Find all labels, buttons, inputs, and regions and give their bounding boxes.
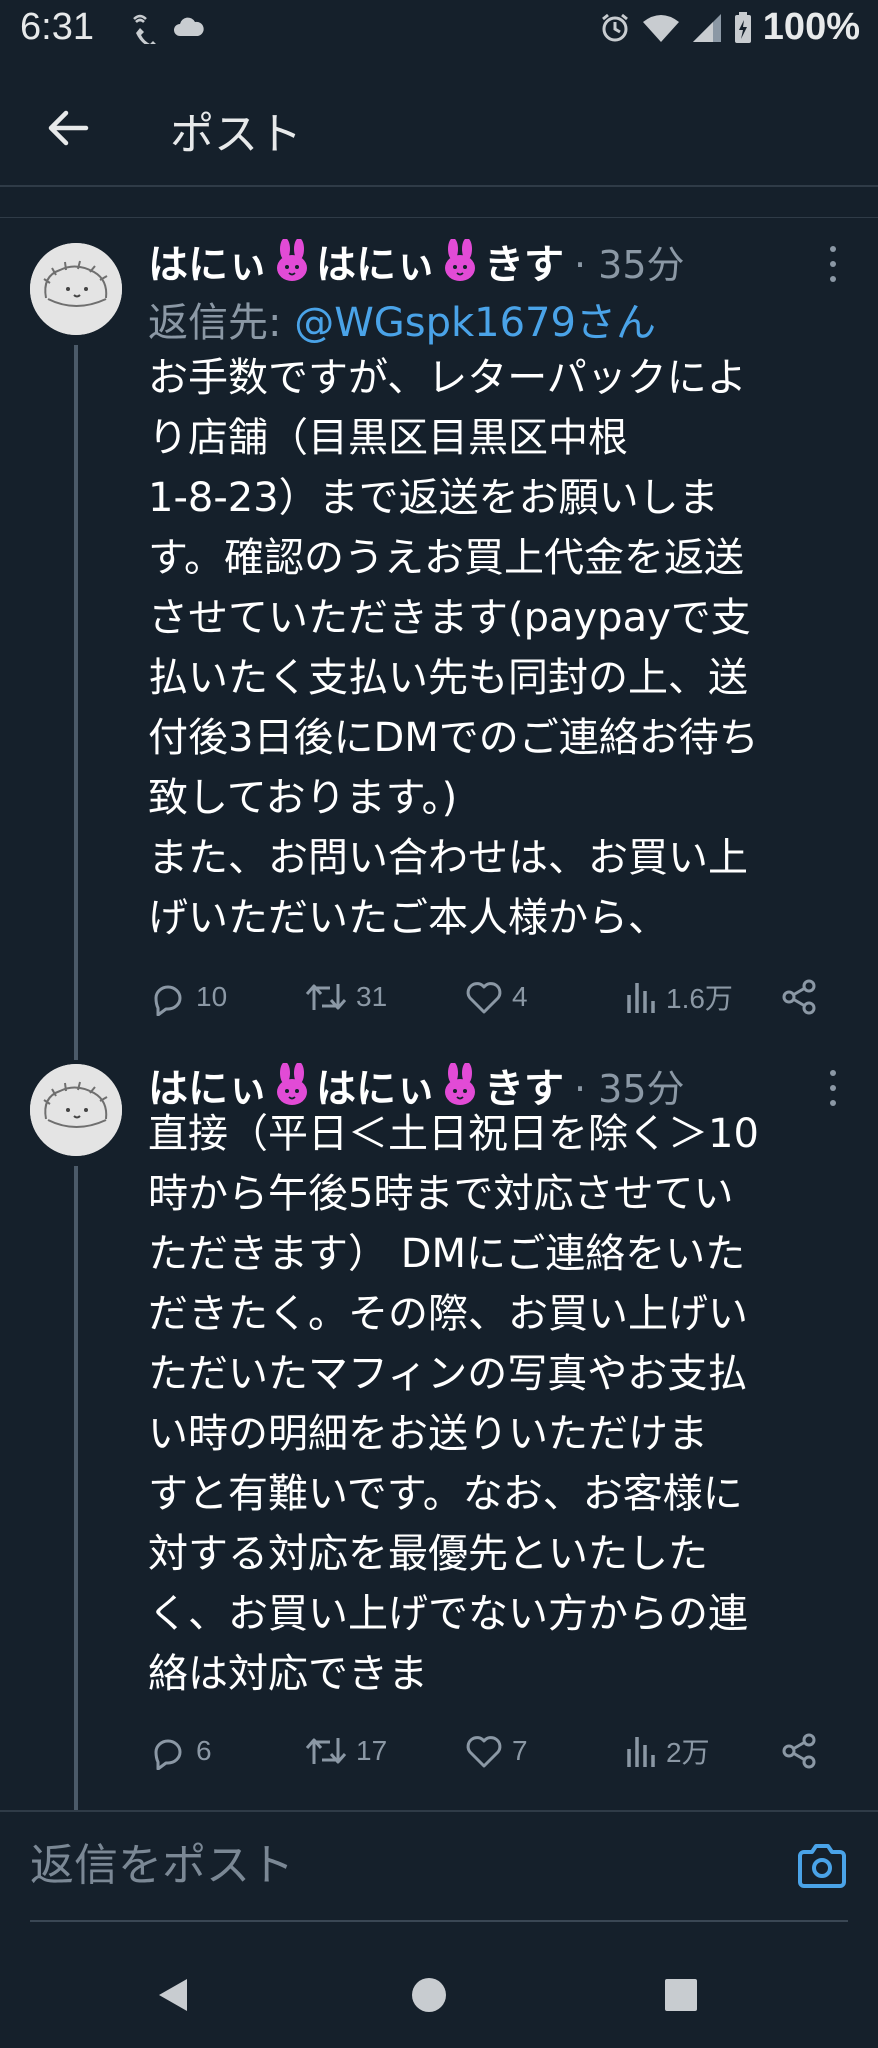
rabbit-emoji-icon bbox=[445, 1063, 475, 1105]
alarm-icon bbox=[601, 13, 628, 41]
header-divider bbox=[0, 185, 878, 187]
repost-button[interactable]: 31 bbox=[304, 978, 387, 1016]
signal-icon bbox=[692, 13, 721, 42]
reply-composer bbox=[0, 1812, 878, 1922]
views-bar-chart-icon bbox=[627, 983, 655, 1013]
like-count: 4 bbox=[512, 981, 528, 1012]
heart-icon bbox=[466, 982, 502, 1014]
nav-home-button[interactable] bbox=[404, 1970, 454, 2020]
repost-icon bbox=[305, 1738, 347, 1764]
tweet-text: 直接（平日＜土日祝日を除く＞10 時から午後5時まで対応させてい ただきます） … bbox=[148, 1111, 759, 1697]
views-button[interactable]: 1.6万 bbox=[624, 977, 733, 1017]
repost-icon bbox=[305, 984, 347, 1010]
like-count: 7 bbox=[512, 1735, 528, 1766]
reply-to-handle-link[interactable]: @WGspk1679さん bbox=[294, 300, 656, 346]
arrow-left-icon bbox=[48, 110, 89, 146]
reply-to-line: 返信先: @WGspk1679さん bbox=[148, 290, 656, 348]
reply-count: 10 bbox=[196, 981, 228, 1012]
reply-icon bbox=[154, 1739, 182, 1770]
reply-count: 6 bbox=[196, 1735, 212, 1766]
display-name-part[interactable]: はにぃ bbox=[316, 232, 436, 290]
reply-button[interactable]: 10 bbox=[148, 978, 227, 1016]
share-button[interactable] bbox=[780, 1732, 818, 1770]
avatar[interactable] bbox=[30, 1064, 122, 1156]
share-icon bbox=[782, 979, 816, 1015]
views-count: 2万 bbox=[666, 1737, 710, 1768]
back-triangle-icon bbox=[159, 1979, 187, 2011]
rabbit-emoji-icon bbox=[277, 239, 307, 281]
repost-count: 17 bbox=[356, 1735, 388, 1766]
recents-square-icon bbox=[665, 1979, 697, 2011]
rabbit-emoji-icon bbox=[277, 1063, 307, 1105]
avatar[interactable] bbox=[30, 243, 122, 335]
top-app-bar: ポスト bbox=[0, 80, 878, 190]
wifi-icon: 5 bbox=[642, 14, 679, 44]
dot bbox=[830, 261, 836, 267]
status-time: 6:31 bbox=[20, 6, 94, 48]
reply-to-label: 返信先: bbox=[148, 300, 295, 346]
reply-input[interactable] bbox=[30, 1840, 770, 1891]
nav-back-button[interactable] bbox=[148, 1970, 198, 2020]
repost-button[interactable]: 17 bbox=[304, 1732, 387, 1770]
tweet-header: はにぃ はにぃ きす · 35分 bbox=[148, 232, 685, 290]
page-title: ポスト bbox=[170, 109, 302, 160]
home-circle-icon bbox=[412, 1978, 446, 2012]
thread-line bbox=[74, 345, 78, 1060]
hedgehog-avatar-icon bbox=[30, 1064, 122, 1156]
share-icon bbox=[782, 1733, 816, 1769]
more-options-button[interactable] bbox=[828, 1070, 838, 1106]
header-divider-secondary bbox=[0, 217, 878, 218]
dot bbox=[830, 246, 836, 252]
like-button[interactable]: 7 bbox=[464, 1732, 528, 1770]
views-button[interactable]: 2万 bbox=[624, 1731, 710, 1771]
share-button[interactable] bbox=[780, 978, 818, 1016]
tweet-actions: 10 31 4 1.6万 bbox=[148, 972, 828, 1022]
tweet-text: お手数ですが、レターパックによ り店舗（目黒区目黒区中根 1-8-23）まで返送… bbox=[148, 355, 759, 941]
battery-level: 100% bbox=[762, 6, 860, 48]
svg-text:5: 5 bbox=[647, 34, 653, 44]
views-count: 1.6万 bbox=[666, 983, 733, 1014]
nav-recents-button[interactable] bbox=[656, 1970, 706, 2020]
dot bbox=[830, 276, 836, 282]
camera-button[interactable] bbox=[796, 1842, 848, 1894]
system-navigation-bar bbox=[0, 1940, 878, 2048]
hedgehog-avatar-icon bbox=[30, 243, 122, 335]
cloud-icon bbox=[174, 17, 204, 36]
camera-icon bbox=[798, 1844, 846, 1888]
display-name[interactable]: はにぃ bbox=[148, 232, 268, 290]
repost-count: 31 bbox=[356, 981, 388, 1012]
tweet-actions: 6 17 7 2万 bbox=[148, 1726, 828, 1776]
reply-icon bbox=[154, 985, 182, 1016]
battery-icon bbox=[734, 11, 751, 43]
views-bar-chart-icon bbox=[627, 1737, 655, 1767]
reply-button[interactable]: 6 bbox=[148, 1732, 212, 1770]
dot bbox=[830, 1085, 836, 1091]
dot bbox=[830, 1070, 836, 1076]
reply-input-underline bbox=[30, 1920, 848, 1922]
display-name-part[interactable]: きす bbox=[484, 232, 564, 290]
status-bar: 6:31 5 100% bbox=[0, 0, 878, 62]
heart-icon bbox=[466, 1736, 502, 1768]
rabbit-emoji-icon bbox=[445, 239, 475, 281]
more-options-button[interactable] bbox=[828, 246, 838, 282]
like-button[interactable]: 4 bbox=[464, 978, 528, 1016]
wifi-call-icon bbox=[133, 14, 156, 44]
thread-line bbox=[74, 1166, 78, 1811]
back-button[interactable] bbox=[40, 100, 96, 156]
timestamp[interactable]: · 35分 bbox=[574, 234, 685, 289]
